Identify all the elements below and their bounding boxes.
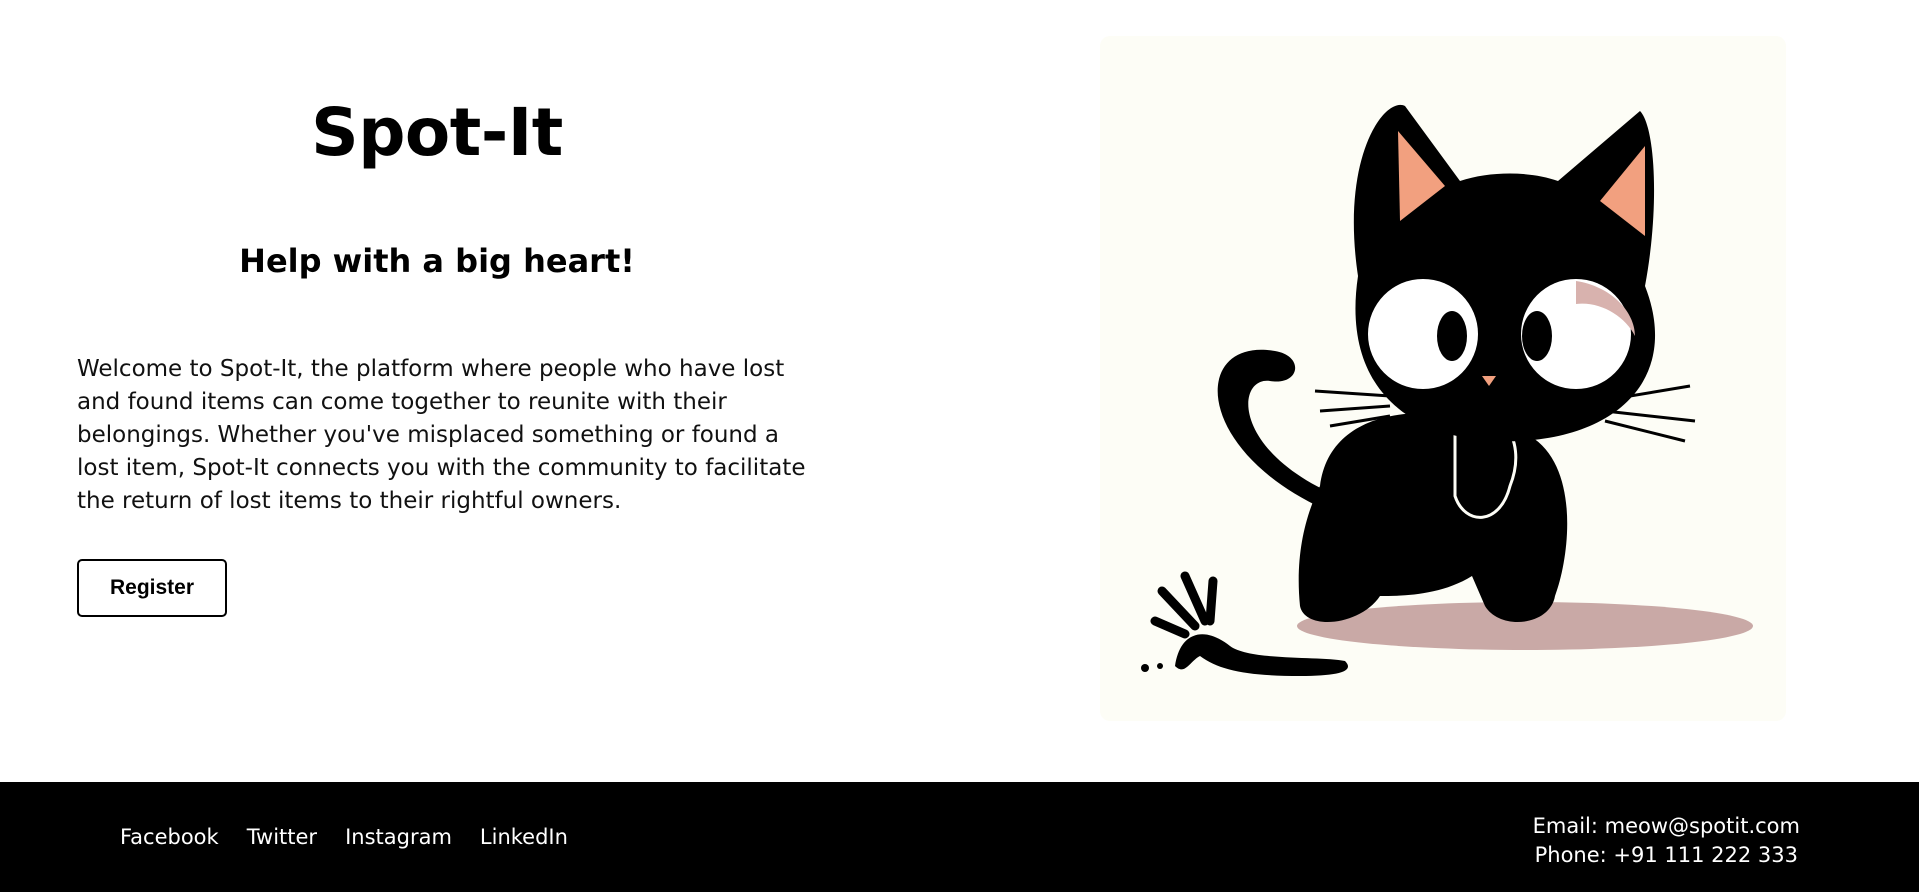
contact-email: Email: meow@spotit.com [1532,814,1800,838]
site-title: Spot-It [311,94,563,171]
cat-illustration [1100,36,1786,721]
register-button[interactable]: Register [77,559,227,617]
tagline: Help with a big heart! [239,242,635,280]
hero-section: Spot-It Help with a big heart! Welcome t… [77,0,805,780]
contact-phone: Phone: +91 111 222 333 [1534,843,1799,867]
landing-page: Spot-It Help with a big heart! Welcome t… [0,0,1919,892]
footer: Facebook Twitter Instagram LinkedIn Emai… [0,782,1919,892]
black-cat-icon [1141,104,1753,676]
instagram-link[interactable]: Instagram [345,825,452,849]
facebook-link[interactable]: Facebook [120,825,219,849]
twitter-link[interactable]: Twitter [247,825,317,849]
linkedin-link[interactable]: LinkedIn [480,825,568,849]
contact-info: Email: meow@spotit.com Phone: +91 111 22… [1533,812,1800,870]
social-links: Facebook Twitter Instagram LinkedIn [120,782,568,892]
intro-paragraph: Welcome to Spot-It, the platform where p… [77,356,806,514]
